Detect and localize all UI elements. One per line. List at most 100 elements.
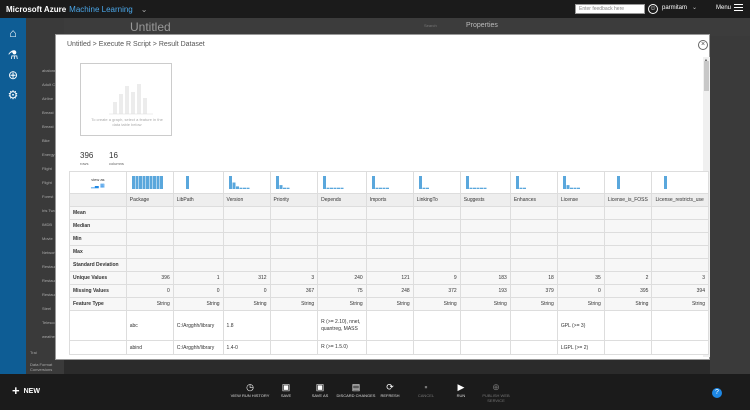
data-cell[interactable]	[603, 310, 653, 341]
save-as-button[interactable]: ▣ SAVE AS	[300, 382, 340, 398]
column-histogram[interactable]	[222, 171, 271, 194]
data-cell[interactable]	[651, 310, 709, 341]
data-cell[interactable]	[412, 340, 461, 355]
publish-button[interactable]: ⊕ PUBLISH WEB SERVICE	[476, 382, 516, 403]
palette-item[interactable]: Steel	[42, 306, 51, 311]
column-header[interactable]: Priority	[269, 193, 319, 207]
data-cell[interactable]	[412, 310, 461, 341]
user-chevron-icon[interactable]: ⌄	[692, 4, 697, 11]
placeholder-histogram-icon	[109, 84, 153, 115]
column-header[interactable]: Version	[222, 193, 271, 207]
histogram-bar	[232, 182, 236, 189]
column-histogram[interactable]	[651, 171, 709, 194]
palette-item[interactable]: Breast	[42, 110, 54, 115]
column-header[interactable]: Enhances	[509, 193, 558, 207]
data-cell[interactable]: LGPL (>= 2)	[556, 340, 605, 355]
column-histogram[interactable]	[172, 171, 224, 194]
palette-group[interactable]: Trai	[30, 350, 37, 355]
histogram-view-icon[interactable]: ▁▃ ▦	[91, 183, 105, 189]
column-histogram[interactable]	[509, 171, 558, 194]
column-histogram[interactable]	[125, 171, 174, 194]
table-row[interactable]: abind C:/Argghh/library 1.4-0 R (>= 1.5.0) L…	[69, 340, 709, 355]
column-header[interactable]: LibPath	[172, 193, 224, 207]
histogram-bar	[573, 187, 577, 189]
data-cell[interactable]: C:/Argghh/library	[172, 310, 224, 341]
history-button[interactable]: ◷ VIEW RUN HISTORY	[230, 382, 270, 398]
menu-label[interactable]: Menu	[716, 5, 731, 11]
column-histogram[interactable]	[269, 171, 319, 194]
column-header-row: Package LibPath Version Priority Depends Impo…	[69, 193, 709, 207]
close-icon[interactable]: ×	[698, 40, 708, 50]
data-cell[interactable]	[269, 340, 319, 355]
histogram-bar	[246, 187, 250, 189]
palette-item[interactable]: Adult C	[42, 82, 55, 87]
data-cell[interactable]: abind	[125, 340, 174, 355]
palette-item[interactable]: Forest	[42, 194, 53, 199]
refresh-button[interactable]: ⟳ REFRESH	[370, 382, 410, 398]
home-icon[interactable]: ⌂	[6, 26, 20, 40]
hamburger-icon[interactable]	[734, 4, 743, 13]
palette-item[interactable]: Iris Two	[42, 208, 56, 213]
new-button[interactable]: + NEW	[12, 384, 40, 397]
chevron-down-icon[interactable]: ⌄	[141, 5, 148, 14]
data-cell[interactable]: 1.8	[222, 310, 271, 341]
palette-item[interactable]: Airline	[42, 96, 53, 101]
globe-icon[interactable]: ⊕	[6, 68, 20, 82]
column-header[interactable]: License	[556, 193, 605, 207]
palette-item[interactable]: Flight	[42, 166, 52, 171]
summary-cell	[651, 258, 709, 272]
column-header[interactable]: Depends	[317, 193, 367, 207]
data-cell[interactable]	[509, 340, 558, 355]
data-cell[interactable]	[269, 310, 319, 341]
data-cell[interactable]: R (>= 1.5.0)	[317, 340, 367, 355]
cancel-button[interactable]: ▪ CANCEL	[406, 382, 446, 398]
column-header[interactable]: License_is_FOSS	[603, 193, 653, 207]
data-cell[interactable]	[459, 310, 511, 341]
data-cell[interactable]	[509, 310, 558, 341]
column-header[interactable]: License_restricts_use	[651, 193, 709, 207]
run-button[interactable]: ▶ RUN	[441, 382, 481, 398]
scroll-thumb[interactable]	[704, 61, 709, 91]
column-header[interactable]: Package	[125, 193, 174, 207]
column-histogram[interactable]	[556, 171, 605, 194]
palette-item[interactable]: Energy	[42, 152, 55, 157]
histogram-bar	[378, 187, 382, 189]
column-histogram[interactable]	[603, 171, 653, 194]
summary-cell	[269, 206, 319, 220]
column-histogram[interactable]	[317, 171, 367, 194]
column-header[interactable]: LinkingTo	[412, 193, 461, 207]
histogram-bar	[469, 187, 473, 189]
graph-preview: To create a graph, select a feature in t…	[80, 63, 172, 136]
data-cell[interactable]	[603, 340, 653, 355]
help-icon[interactable]: ?	[712, 388, 722, 398]
column-histogram[interactable]	[365, 171, 414, 194]
data-cell[interactable]: R (>= 2.10), nnet, quantreg, MASS	[317, 310, 367, 341]
flask-icon[interactable]: ⚗	[6, 48, 20, 62]
data-cell[interactable]	[651, 340, 709, 355]
gear-icon[interactable]: ⚙	[6, 88, 20, 102]
column-histogram[interactable]	[412, 171, 461, 194]
data-cell[interactable]	[365, 310, 414, 341]
palette-item[interactable]: Flight	[42, 180, 52, 185]
summary-cell	[509, 206, 558, 220]
histogram-bar	[569, 187, 573, 189]
data-cell[interactable]: 1.4-0	[222, 340, 271, 355]
palette-item[interactable]: Bike	[42, 138, 50, 143]
column-header[interactable]: Imports	[365, 193, 414, 207]
user-name[interactable]: parmitam	[662, 5, 687, 11]
data-cell[interactable]: GPL (>= 3)	[556, 310, 605, 341]
data-cell[interactable]: abc	[125, 310, 174, 341]
palette-item[interactable]: Movie	[42, 236, 53, 241]
smiley-icon[interactable]: ☺	[648, 4, 658, 14]
feedback-input[interactable]: Enter feedback here	[575, 4, 645, 14]
data-cell[interactable]	[365, 340, 414, 355]
summary-cell: String	[651, 297, 709, 311]
column-header[interactable]: Suggests	[459, 193, 511, 207]
table-row[interactable]: abc C:/Argghh/library 1.8 R (>= 2.10), nnet…	[69, 310, 709, 341]
palette-item[interactable]: Breast	[42, 124, 54, 129]
data-cell[interactable]: C:/Argghh/library	[172, 340, 224, 355]
palette-item[interactable]: IMDB	[42, 222, 52, 227]
column-histogram[interactable]	[459, 171, 511, 194]
palette-group[interactable]: Data Format Conversions	[30, 362, 64, 372]
data-cell[interactable]	[459, 340, 511, 355]
